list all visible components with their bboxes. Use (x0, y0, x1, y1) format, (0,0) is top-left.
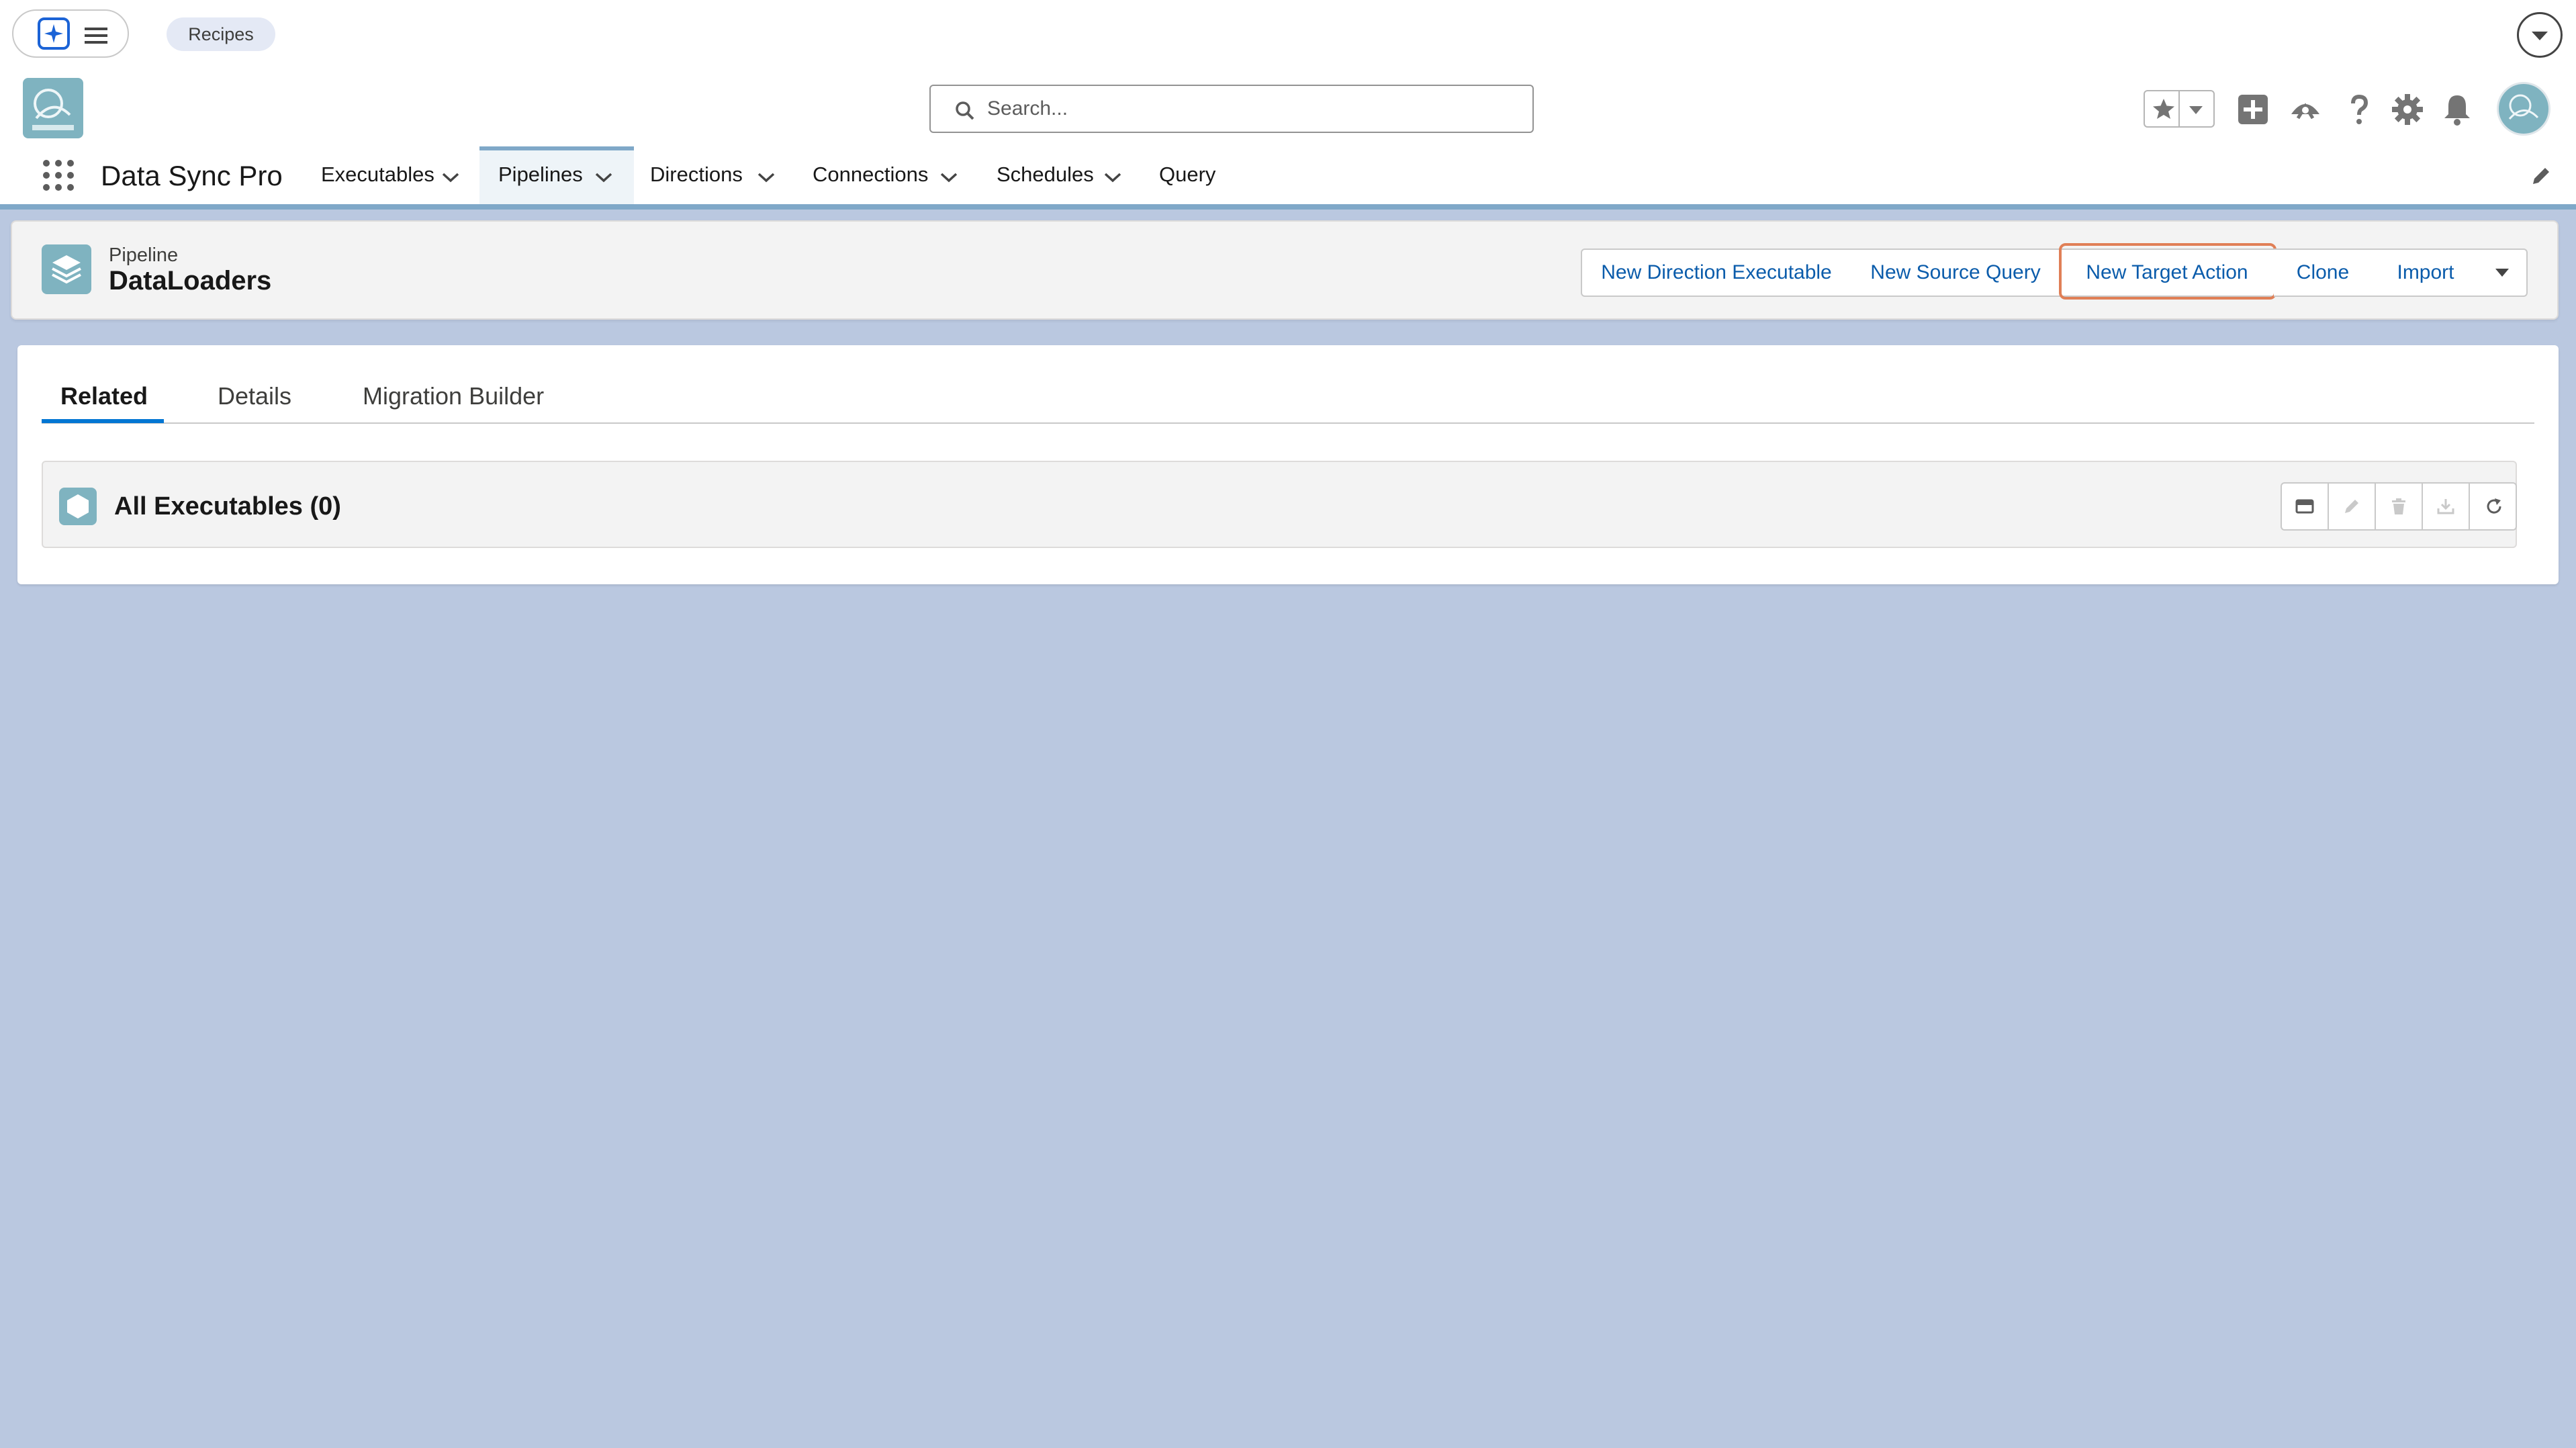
recipes-chip[interactable]: Recipes (167, 17, 275, 51)
chevron-down-icon[interactable] (594, 171, 614, 184)
search-icon (955, 101, 975, 121)
app-name: Data Sync Pro (101, 160, 283, 191)
nav-item-executables[interactable]: Executables (321, 145, 434, 204)
global-actions-add-icon[interactable] (2235, 91, 2271, 128)
focus-highlight-ring (2059, 243, 2276, 300)
hamburger-menu-icon[interactable] (83, 26, 109, 46)
more-actions-button[interactable] (2479, 248, 2528, 297)
card-view-icon[interactable] (2282, 484, 2329, 529)
utility-bar (0, 0, 2576, 70)
active-tab-underline (42, 419, 164, 423)
nav-item-query[interactable]: Query (1159, 145, 1215, 204)
chevron-down-icon (2493, 265, 2512, 279)
data-sync-pro-logo[interactable] (23, 78, 83, 138)
tabs-baseline (42, 422, 2534, 424)
favorites-list-chevron-icon[interactable] (2187, 102, 2205, 117)
chevron-down-icon[interactable] (1103, 171, 1123, 184)
import-button[interactable]: Import (2372, 248, 2481, 297)
setup-gear-icon[interactable] (2389, 91, 2426, 128)
global-search[interactable]: Search... (929, 85, 1534, 133)
delete-icon[interactable] (2376, 484, 2423, 529)
edit-nav-pencil-icon[interactable] (2530, 165, 2552, 187)
trailhead-guidance-icon[interactable] (2287, 91, 2324, 128)
clone-button[interactable]: Clone (2274, 248, 2373, 297)
help-icon[interactable] (2341, 91, 2377, 128)
new-direction-executable-button[interactable]: New Direction Executable (1581, 248, 1852, 297)
related-list-card (42, 461, 2517, 548)
download-icon[interactable] (2423, 484, 2470, 529)
new-source-query-button[interactable]: New Source Query (1851, 248, 2062, 297)
record-object-label: Pipeline (109, 244, 179, 266)
chevron-down-icon[interactable] (756, 171, 776, 184)
pipeline-layers-icon (42, 244, 91, 294)
chevron-down-icon[interactable] (939, 171, 959, 184)
tab-details[interactable]: Details (218, 380, 291, 412)
favorites-group[interactable] (2144, 90, 2215, 128)
assistant-sparkle-icon[interactable] (38, 17, 70, 50)
tab-related[interactable]: Related (60, 380, 148, 412)
assistant-menu-pill[interactable] (12, 9, 129, 58)
executable-cube-icon (59, 488, 97, 525)
utility-dropdown-button[interactable] (2517, 12, 2563, 58)
chevron-down-icon[interactable] (441, 171, 461, 184)
refresh-icon[interactable] (2470, 484, 2516, 529)
user-avatar[interactable] (2497, 82, 2550, 136)
related-list-title[interactable]: All Executables (0) (114, 489, 341, 524)
edit-icon[interactable] (2329, 484, 2376, 529)
nav-item-pipelines[interactable]: Pipelines (498, 145, 583, 204)
nav-item-directions[interactable]: Directions (650, 145, 743, 204)
notifications-bell-icon[interactable] (2439, 91, 2475, 128)
related-list-actions (2281, 482, 2517, 531)
nav-item-connections[interactable]: Connections (813, 145, 928, 204)
tab-migration-builder[interactable]: Migration Builder (363, 380, 544, 412)
nav-item-schedules[interactable]: Schedules (997, 145, 1094, 204)
favorites-star-icon[interactable] (2152, 97, 2176, 121)
app-launcher-icon[interactable] (42, 159, 75, 192)
search-placeholder: Search... (987, 97, 1068, 120)
favorites-divider (2178, 91, 2180, 126)
record-title: DataLoaders (109, 266, 272, 296)
